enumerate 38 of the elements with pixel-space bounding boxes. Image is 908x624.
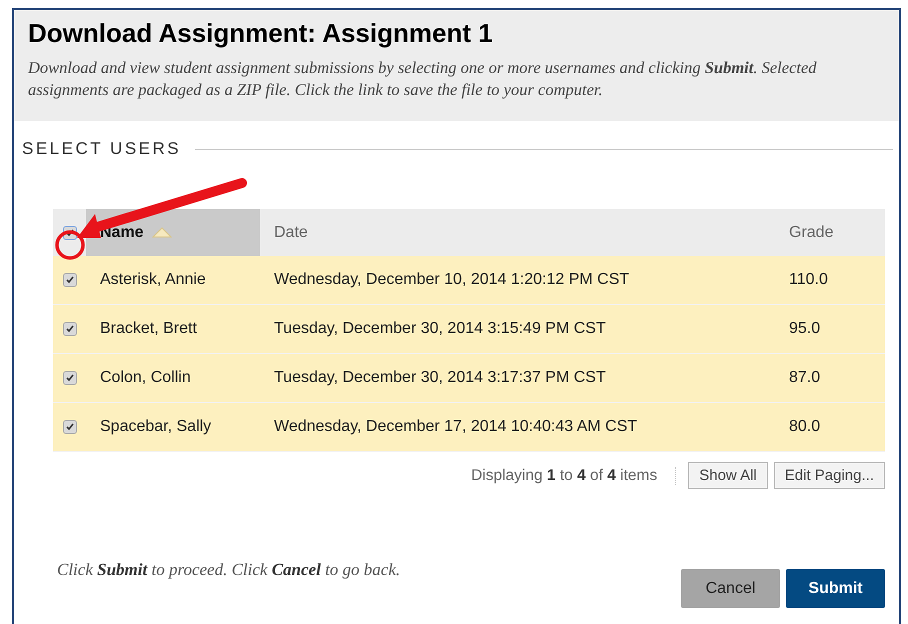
checkbox[interactable] [62, 420, 76, 434]
checkmark-icon [66, 276, 74, 284]
table-cell-text: 80.0 [788, 418, 822, 436]
highlight-circle [55, 230, 85, 260]
table-cell-text: Bracket, Brett [99, 320, 198, 338]
checkbox[interactable] [62, 273, 76, 287]
table-cell-text: Asterisk, Annie [99, 271, 207, 289]
table-row[interactable]: Asterisk, Annie Wednesday, December 10, 2014 1:20:12 PM CST 110.0 [53, 256, 885, 305]
column-header[interactable]: Date [260, 209, 775, 256]
table-cell-text: Tuesday, December 30, 2014 3:17:37 PM CST [273, 369, 607, 387]
description-text: Download and view student assignment submissions by selecting one or more usernames and clicking Submit. Selected assignments are packaged as a ZIP file. Click the link to save the file to your computer. [28, 57, 818, 101]
checkbox[interactable] [62, 371, 76, 385]
instruction-text: Click Submit to proceed. Click Cancel to go back. [57, 560, 400, 580]
table-cell-text: 95.0 [788, 320, 822, 338]
table-cell-text: 110.0 [788, 271, 829, 289]
table-cell-text: Wednesday, December 17, 2014 10:40:43 AM CST [273, 418, 638, 436]
column-header[interactable]: Grade [775, 209, 885, 256]
cancel-button[interactable]: Cancel [681, 569, 780, 608]
checkmark-icon [66, 325, 74, 333]
section-title: SELECT USERS [22, 139, 182, 159]
checkbox[interactable] [62, 322, 76, 336]
table-row[interactable]: Bracket, Brett Tuesday, December 30, 2014 3:15:49 PM CST 95.0 [53, 305, 885, 354]
table-cell-text: Tuesday, December 30, 2014 3:15:49 PM CST [273, 320, 607, 338]
table-cell-text: 87.0 [788, 369, 822, 387]
paging-summary: Displaying 1 to 4 of 4 items [471, 466, 676, 484]
submit-button[interactable]: Submit [786, 569, 885, 608]
table-row[interactable]: Colon, Collin Tuesday, December 30, 2014 3:17:37 PM CST 87.0 [53, 354, 885, 403]
table-cell-text: Spacebar, Sally [99, 418, 212, 436]
checkmark-icon [66, 228, 74, 236]
sort-ascending-icon [152, 227, 172, 238]
table-cell-text: Colon, Collin [99, 369, 192, 387]
checkmark-icon [66, 374, 74, 382]
paging-button[interactable]: Show All [688, 462, 768, 489]
paging-button[interactable]: Edit Paging... [774, 462, 885, 489]
table-row[interactable]: Spacebar, Sally Wednesday, December 17, 2014 10:40:43 AM CST 80.0 [53, 403, 885, 452]
page-title: Download Assignment: Assignment 1 [28, 18, 494, 49]
checkmark-icon [66, 423, 74, 431]
table-cell-text: Wednesday, December 10, 2014 1:20:12 PM CST [273, 271, 630, 289]
